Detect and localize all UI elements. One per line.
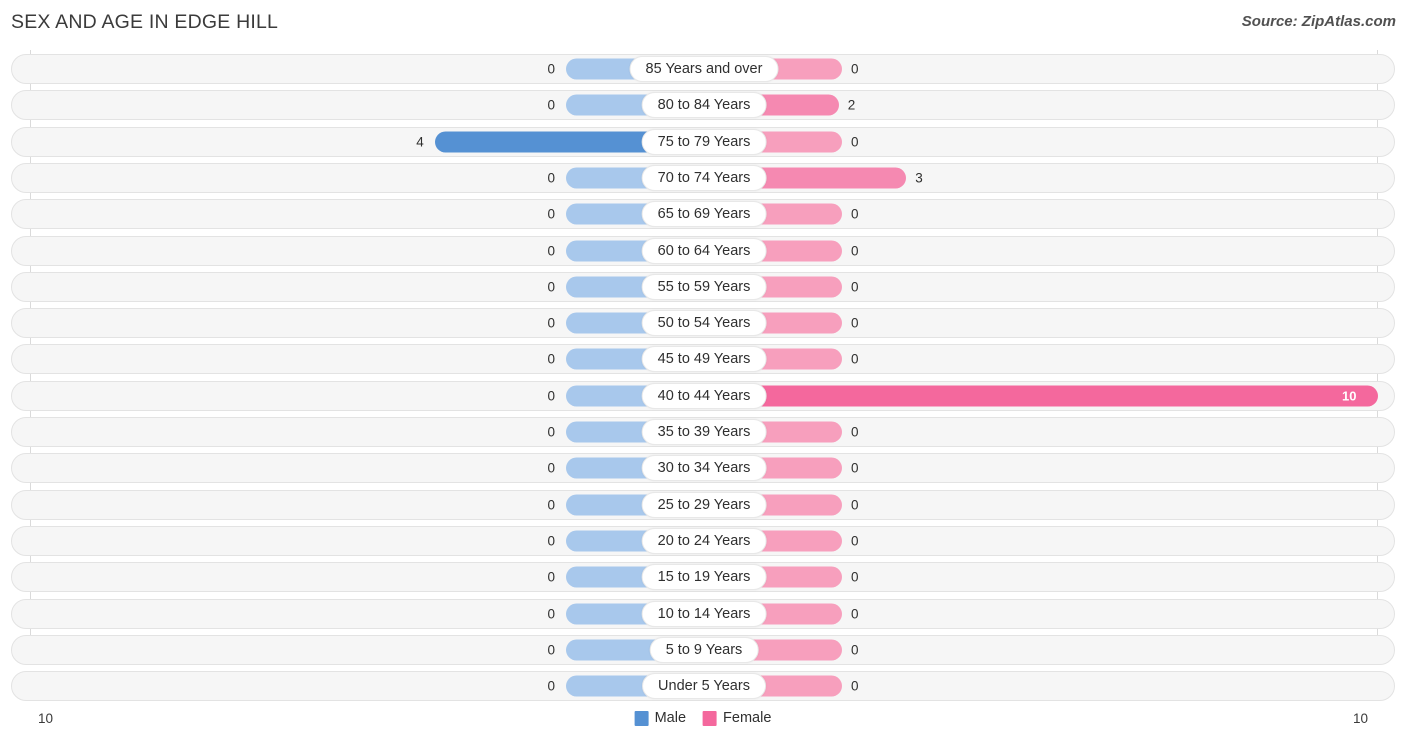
- table-row[interactable]: 0 2 80 to 84 Years: [11, 90, 1395, 121]
- male-value-label: 0: [547, 424, 555, 440]
- age-group-label: 70 to 74 Years: [641, 164, 767, 191]
- table-row[interactable]: 0 0 30 to 34 Years: [11, 453, 1395, 484]
- age-group-label: Under 5 Years: [642, 673, 766, 700]
- table-row[interactable]: 0 0 55 to 59 Years: [11, 271, 1395, 302]
- legend-item-female[interactable]: Female: [703, 710, 771, 726]
- age-group-label: 85 Years and over: [629, 56, 779, 82]
- male-value-label: 0: [547, 388, 555, 404]
- age-group-label: 80 to 84 Years: [641, 92, 767, 119]
- table-row[interactable]: 0 0 60 to 64 Years: [11, 235, 1395, 266]
- age-group-label: 40 to 44 Years: [641, 382, 767, 409]
- chart-footer: 10 Male Female 10: [0, 704, 1406, 740]
- female-bar[interactable]: [693, 385, 1378, 407]
- age-group-label: 45 to 49 Years: [641, 346, 767, 373]
- age-group-label: 35 to 39 Years: [641, 419, 767, 445]
- table-row[interactable]: 4 0 75 to 79 Years: [11, 126, 1395, 157]
- legend-item-male[interactable]: Male: [634, 710, 687, 726]
- male-value-label: 0: [547, 569, 555, 585]
- table-row[interactable]: 0 0 25 to 29 Years: [11, 489, 1395, 520]
- male-value-label: 0: [547, 497, 555, 513]
- male-color-swatch: [634, 710, 649, 726]
- legend-label-female: Female: [723, 710, 772, 726]
- age-group-label: 5 to 9 Years: [649, 636, 759, 663]
- legend-label-male: Male: [654, 710, 687, 726]
- age-group-label: 10 to 14 Years: [641, 600, 767, 627]
- male-value-label: 0: [547, 460, 555, 476]
- female-value-label: 0: [851, 678, 859, 694]
- table-row[interactable]: 0 0 20 to 24 Years: [11, 525, 1395, 556]
- male-value-label: 0: [547, 351, 555, 367]
- age-group-label: 30 to 34 Years: [641, 455, 767, 482]
- table-row[interactable]: 0 0 45 to 49 Years: [11, 344, 1395, 375]
- age-group-label: 75 to 79 Years: [641, 128, 767, 155]
- female-color-swatch: [703, 710, 718, 726]
- chart-header: SEX AND AGE IN EDGE HILL Source: ZipAtla…: [0, 0, 1406, 46]
- page-title: SEX AND AGE IN EDGE HILL: [11, 11, 279, 33]
- source-attribution: Source: ZipAtlas.com: [1241, 13, 1396, 30]
- age-group-label: 60 to 64 Years: [641, 237, 767, 264]
- male-value-label: 0: [547, 315, 555, 331]
- table-row[interactable]: 0 0 10 to 14 Years: [11, 598, 1395, 629]
- female-value-label: 0: [851, 642, 859, 658]
- female-value-label: 0: [851, 315, 859, 331]
- female-value-label: 0: [851, 497, 859, 513]
- female-value-label: 0: [851, 606, 859, 621]
- male-value-label: 0: [547, 678, 555, 694]
- axis-tick-left: 10: [38, 711, 54, 726]
- age-group-label: 55 to 59 Years: [641, 273, 767, 300]
- male-value-label: 0: [547, 97, 555, 113]
- female-value-label: 0: [851, 61, 859, 77]
- sex-and-age-chart: SEX AND AGE IN EDGE HILL Source: ZipAtla…: [0, 0, 1406, 740]
- age-group-label: 15 to 19 Years: [641, 564, 767, 591]
- male-value-label: 0: [547, 606, 555, 621]
- female-value-label: 0: [851, 279, 859, 295]
- female-value-label: 10: [1342, 388, 1357, 404]
- table-row[interactable]: 0 0 5 to 9 Years: [11, 634, 1395, 665]
- male-value-label: 0: [547, 243, 555, 258]
- male-value-label: 0: [547, 642, 555, 658]
- age-group-label: 65 to 69 Years: [641, 201, 767, 228]
- female-value-label: 0: [851, 569, 859, 585]
- male-value-label: 0: [547, 170, 555, 186]
- male-value-label: 0: [547, 61, 555, 77]
- female-value-label: 0: [851, 243, 859, 258]
- female-value-label: 2: [847, 97, 856, 113]
- female-value-label: 0: [851, 460, 859, 476]
- male-value-label: 0: [547, 279, 555, 295]
- female-value-label: 0: [851, 351, 859, 367]
- table-row[interactable]: 0 0 Under 5 Years: [11, 671, 1395, 702]
- axis-tick-right: 10: [1352, 711, 1368, 726]
- chart-legend: Male Female: [634, 710, 771, 726]
- table-row[interactable]: 0 0 85 Years and over: [11, 54, 1395, 84]
- table-row[interactable]: 0 3 70 to 74 Years: [11, 162, 1395, 193]
- table-row[interactable]: 0 0 15 to 19 Years: [11, 562, 1395, 593]
- plot-area: 0 0 85 Years and over 0 2 80 to 84 Years 4 0 75 …: [0, 50, 1406, 704]
- female-value-label: 0: [851, 424, 859, 440]
- age-group-label: 50 to 54 Years: [641, 310, 767, 337]
- table-row[interactable]: 0 0 50 to 54 Years: [11, 308, 1395, 339]
- table-row[interactable]: 0 0 65 to 69 Years: [11, 199, 1395, 230]
- male-value-label: 4: [416, 134, 424, 150]
- male-value-label: 0: [547, 206, 555, 222]
- age-group-label: 20 to 24 Years: [641, 527, 767, 554]
- female-value-label: 0: [851, 533, 859, 549]
- female-value-label: 3: [915, 170, 923, 186]
- female-value-label: 0: [851, 206, 859, 222]
- age-group-label: 25 to 29 Years: [641, 491, 767, 518]
- female-value-label: 0: [851, 134, 859, 150]
- table-row[interactable]: 0 10 40 to 44 Years: [11, 380, 1395, 411]
- table-row[interactable]: 0 0 35 to 39 Years: [11, 417, 1395, 447]
- male-value-label: 0: [547, 533, 555, 549]
